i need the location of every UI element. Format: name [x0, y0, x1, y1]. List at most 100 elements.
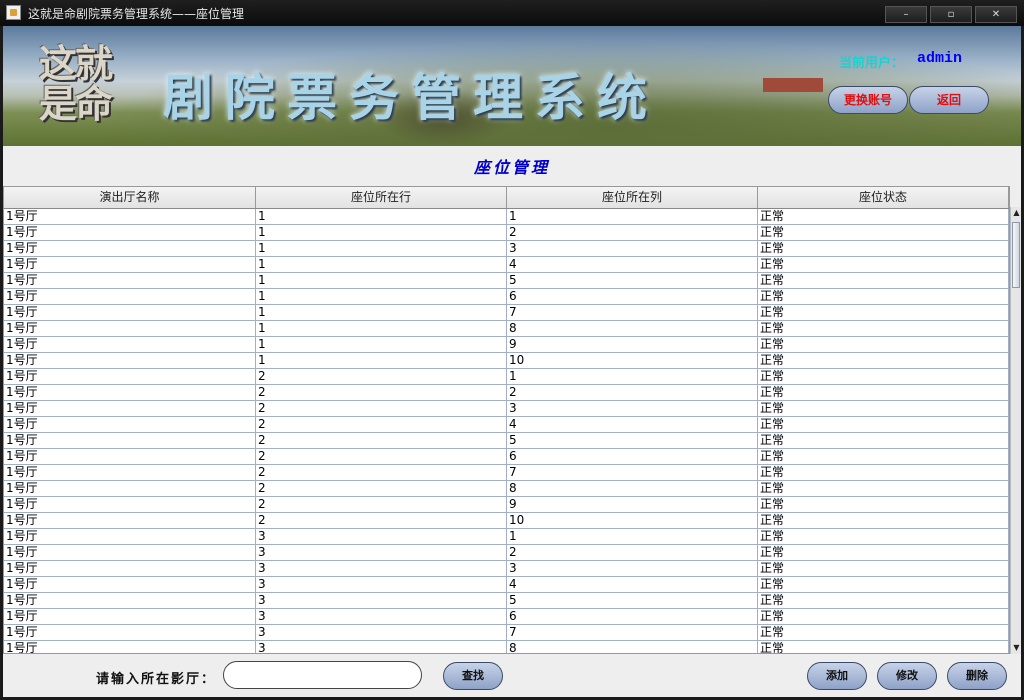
cell-hall[interactable]: 1号厅 [4, 241, 256, 256]
cell-col[interactable]: 4 [507, 257, 758, 272]
cell-status[interactable]: 正常 [758, 225, 1009, 240]
add-button[interactable]: 添加 [807, 662, 867, 690]
cell-row[interactable]: 1 [256, 257, 507, 272]
cell-row[interactable]: 2 [256, 369, 507, 384]
cell-row[interactable]: 1 [256, 305, 507, 320]
cell-status[interactable]: 正常 [758, 385, 1009, 400]
cell-status[interactable]: 正常 [758, 561, 1009, 576]
switch-account-button[interactable]: 更换账号 [828, 86, 908, 114]
cell-hall[interactable]: 1号厅 [4, 209, 256, 224]
cell-col[interactable]: 5 [507, 593, 758, 608]
cell-hall[interactable]: 1号厅 [4, 417, 256, 432]
cell-col[interactable]: 3 [507, 561, 758, 576]
cell-hall[interactable]: 1号厅 [4, 545, 256, 560]
column-header-status[interactable]: 座位状态 [758, 187, 1009, 208]
hall-search-input[interactable] [223, 661, 422, 689]
cell-status[interactable]: 正常 [758, 305, 1009, 320]
table-row[interactable]: 1号厅 1 2 正常 [4, 225, 1009, 241]
table-row[interactable]: 1号厅 3 6 正常 [4, 609, 1009, 625]
cell-row[interactable]: 3 [256, 593, 507, 608]
table-row[interactable]: 1号厅 1 8 正常 [4, 321, 1009, 337]
cell-col[interactable]: 8 [507, 321, 758, 336]
cell-status[interactable]: 正常 [758, 529, 1009, 544]
table-row[interactable]: 1号厅 1 9 正常 [4, 337, 1009, 353]
cell-hall[interactable]: 1号厅 [4, 593, 256, 608]
cell-row[interactable]: 2 [256, 481, 507, 496]
cell-status[interactable]: 正常 [758, 257, 1009, 272]
table-row[interactable]: 1号厅 1 4 正常 [4, 257, 1009, 273]
cell-status[interactable]: 正常 [758, 209, 1009, 224]
scroll-thumb[interactable] [1012, 222, 1020, 288]
cell-status[interactable]: 正常 [758, 625, 1009, 640]
cell-row[interactable]: 2 [256, 497, 507, 512]
cell-col[interactable]: 1 [507, 529, 758, 544]
cell-row[interactable]: 1 [256, 321, 507, 336]
cell-status[interactable]: 正常 [758, 241, 1009, 256]
cell-row[interactable]: 2 [256, 513, 507, 528]
table-row[interactable]: 1号厅 2 10 正常 [4, 513, 1009, 529]
cell-col[interactable]: 6 [507, 449, 758, 464]
cell-status[interactable]: 正常 [758, 641, 1009, 653]
table-row[interactable]: 1号厅 2 5 正常 [4, 433, 1009, 449]
cell-row[interactable]: 1 [256, 337, 507, 352]
cell-hall[interactable]: 1号厅 [4, 497, 256, 512]
cell-hall[interactable]: 1号厅 [4, 369, 256, 384]
cell-status[interactable]: 正常 [758, 353, 1009, 368]
cell-row[interactable]: 2 [256, 449, 507, 464]
cell-col[interactable]: 3 [507, 241, 758, 256]
cell-hall[interactable]: 1号厅 [4, 641, 256, 653]
table-row[interactable]: 1号厅 1 7 正常 [4, 305, 1009, 321]
cell-col[interactable]: 9 [507, 497, 758, 512]
cell-status[interactable]: 正常 [758, 481, 1009, 496]
cell-hall[interactable]: 1号厅 [4, 401, 256, 416]
cell-row[interactable]: 1 [256, 241, 507, 256]
column-header-hall[interactable]: 演出厅名称 [4, 187, 256, 208]
cell-col[interactable]: 1 [507, 209, 758, 224]
cell-status[interactable]: 正常 [758, 321, 1009, 336]
cell-col[interactable]: 10 [507, 513, 758, 528]
table-row[interactable]: 1号厅 1 3 正常 [4, 241, 1009, 257]
cell-col[interactable]: 7 [507, 625, 758, 640]
scroll-up-icon[interactable]: ▲ [1012, 208, 1021, 218]
cell-hall[interactable]: 1号厅 [4, 513, 256, 528]
cell-row[interactable]: 3 [256, 609, 507, 624]
cell-status[interactable]: 正常 [758, 577, 1009, 592]
cell-hall[interactable]: 1号厅 [4, 289, 256, 304]
cell-col[interactable]: 4 [507, 417, 758, 432]
cell-row[interactable]: 3 [256, 577, 507, 592]
cell-hall[interactable]: 1号厅 [4, 465, 256, 480]
table-row[interactable]: 1号厅 1 6 正常 [4, 289, 1009, 305]
cell-status[interactable]: 正常 [758, 401, 1009, 416]
cell-col[interactable]: 8 [507, 481, 758, 496]
table-row[interactable]: 1号厅 2 6 正常 [4, 449, 1009, 465]
cell-row[interactable]: 2 [256, 465, 507, 480]
table-row[interactable]: 1号厅 3 2 正常 [4, 545, 1009, 561]
cell-col[interactable]: 5 [507, 433, 758, 448]
table-row[interactable]: 1号厅 2 8 正常 [4, 481, 1009, 497]
cell-row[interactable]: 1 [256, 353, 507, 368]
table-row[interactable]: 1号厅 3 7 正常 [4, 625, 1009, 641]
cell-hall[interactable]: 1号厅 [4, 449, 256, 464]
cell-hall[interactable]: 1号厅 [4, 305, 256, 320]
table-row[interactable]: 1号厅 3 4 正常 [4, 577, 1009, 593]
cell-col[interactable]: 4 [507, 577, 758, 592]
cell-col[interactable]: 6 [507, 289, 758, 304]
cell-row[interactable]: 1 [256, 209, 507, 224]
cell-hall[interactable]: 1号厅 [4, 561, 256, 576]
table-row[interactable]: 1号厅 1 5 正常 [4, 273, 1009, 289]
cell-col[interactable]: 8 [507, 641, 758, 653]
cell-row[interactable]: 3 [256, 641, 507, 653]
cell-hall[interactable]: 1号厅 [4, 337, 256, 352]
cell-status[interactable]: 正常 [758, 273, 1009, 288]
cell-hall[interactable]: 1号厅 [4, 625, 256, 640]
cell-status[interactable]: 正常 [758, 465, 1009, 480]
cell-hall[interactable]: 1号厅 [4, 609, 256, 624]
search-button[interactable]: 查找 [443, 662, 503, 690]
minimize-button[interactable]: – [885, 6, 927, 23]
cell-col[interactable]: 6 [507, 609, 758, 624]
cell-row[interactable]: 3 [256, 561, 507, 576]
table-row[interactable]: 1号厅 2 7 正常 [4, 465, 1009, 481]
cell-hall[interactable]: 1号厅 [4, 529, 256, 544]
back-button[interactable]: 返回 [909, 86, 989, 114]
cell-status[interactable]: 正常 [758, 369, 1009, 384]
